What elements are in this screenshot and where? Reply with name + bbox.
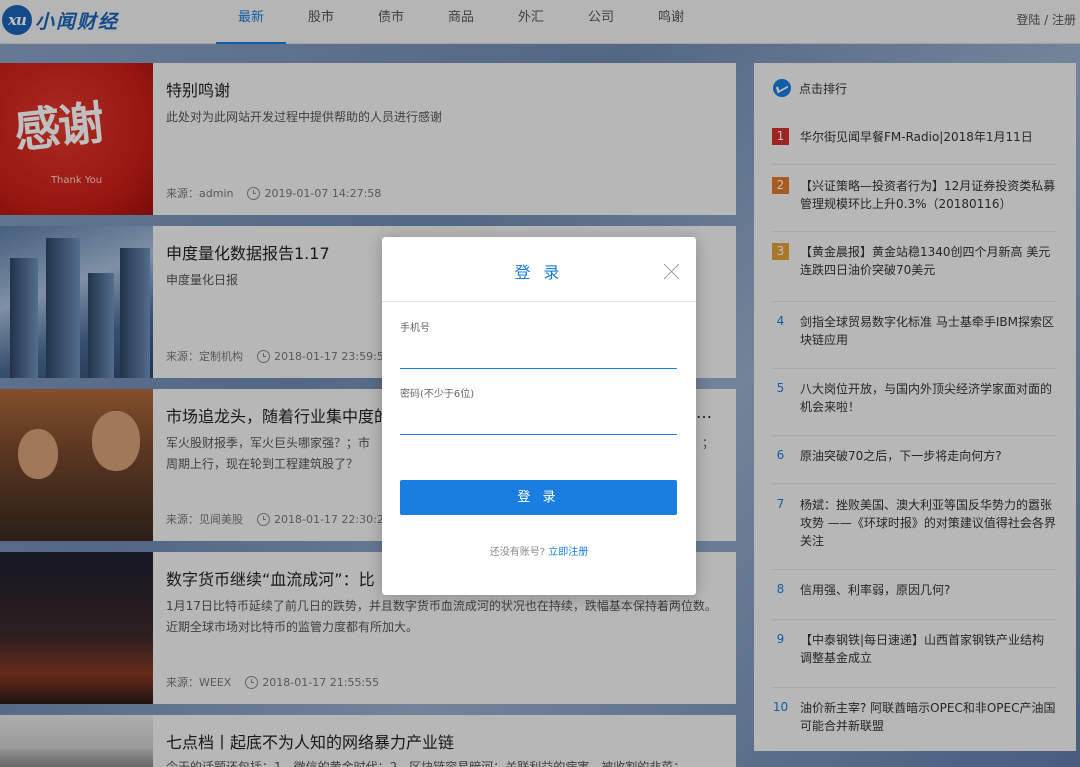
password-label: 密码(不少于6位) — [400, 389, 475, 400]
password-input[interactable] — [400, 408, 677, 435]
register-prompt: 还没有账号? 立即注册 — [382, 543, 696, 558]
login-dialog-title: 登 录 — [514, 263, 564, 282]
close-icon[interactable] — [664, 263, 680, 279]
phone-input[interactable] — [400, 342, 677, 369]
login-submit-button[interactable]: 登 录 — [400, 480, 677, 515]
phone-label: 手机号 — [400, 323, 430, 334]
register-link[interactable]: 立即注册 — [548, 547, 588, 558]
no-account-text: 还没有账号? — [489, 547, 546, 558]
login-dialog: 登 录 手机号 密码(不少于6位) 登 录 还没有账号? 立即注册 — [382, 237, 696, 595]
divider — [382, 301, 696, 302]
